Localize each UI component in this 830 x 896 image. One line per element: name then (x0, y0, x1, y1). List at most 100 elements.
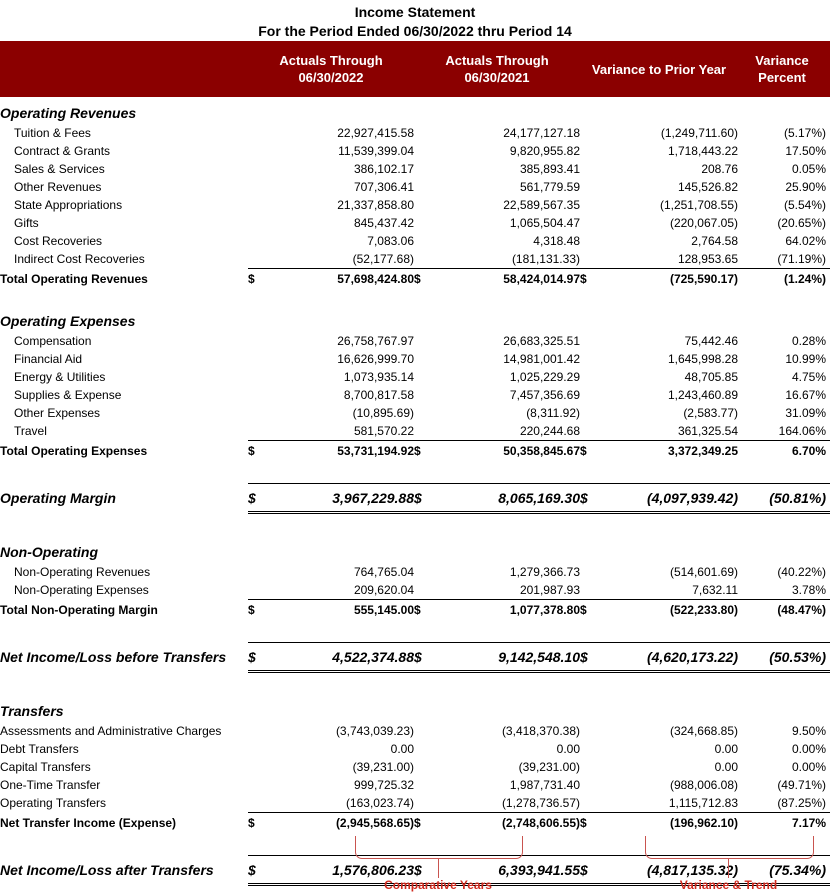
row-actuals-2022: 581,570.22 (353, 424, 414, 438)
row-variance: 361,325.54 (677, 424, 739, 438)
row-label: Energy & Utilities (14, 370, 106, 384)
income-statement-table: Actuals Through 06/30/2022 Actuals Throu… (0, 41, 830, 886)
row-actuals-2021: 24,177,127.18 (503, 126, 580, 140)
row-actuals-2021: (39,231.00) (518, 760, 580, 774)
total-actuals-2021: 58,424,014.97 (428, 268, 580, 289)
row-actuals-2021: 14,981,001.42 (503, 352, 580, 366)
currency-symbol (414, 722, 428, 740)
row-actuals-2021: 385,893.41 (519, 162, 580, 176)
currency-symbol (248, 794, 262, 813)
table-row: Other Expenses (10,895.69) (8,311.92) (2… (0, 404, 830, 422)
total-row-non-operating: Total Non-Operating Margin $ 555,145.00 … (0, 599, 830, 620)
operating-margin-label: Operating Margin (0, 490, 116, 506)
row-label: Sales & Services (14, 162, 105, 176)
row-actuals-2021: 1,279,366.73 (509, 565, 580, 579)
page-subtitle: For the Period Ended 06/30/2022 thru Per… (258, 23, 572, 39)
row-variance: 208.76 (701, 162, 739, 176)
currency-symbol (414, 350, 428, 368)
row-label: Operating Transfers (0, 796, 107, 811)
header-actuals-2022: Actuals Through 06/30/2022 (248, 41, 414, 97)
total-label: Total Operating Revenues (0, 271, 148, 286)
page-title: Income Statement (354, 4, 476, 20)
header-actuals-2022-line1: Actuals Through (279, 53, 383, 68)
table-row: Non-Operating Expenses 209,620.04 201,98… (0, 581, 830, 600)
row-label: Debt Transfers (0, 742, 79, 756)
operating-margin-row: Operating Margin $ 3,967,229.88 $ 8,065,… (0, 483, 830, 514)
row-variance-percent: 3.78% (791, 583, 827, 597)
currency-symbol (580, 404, 594, 422)
currency-symbol (414, 160, 428, 178)
annotation-layer: Comparative Years Variance & Trend (0, 832, 830, 896)
row-variance-percent: 25.90% (785, 180, 827, 194)
currency-symbol (248, 142, 262, 160)
spacer (0, 461, 830, 484)
row-actuals-2021: 1,025,229.29 (509, 370, 580, 384)
row-variance-percent: 10.99% (785, 352, 827, 366)
row-variance: (1,249,711.60) (660, 126, 739, 140)
currency-symbol: $ (580, 599, 594, 620)
header-actuals-2022-line2: 06/30/2022 (298, 70, 364, 85)
total-actuals-2022: 555,145.00 (262, 599, 414, 620)
spacer (0, 289, 830, 305)
currency-symbol (414, 404, 428, 422)
row-actuals-2021: (8,311.92) (526, 406, 580, 420)
row-variance-percent: 164.06% (778, 424, 827, 438)
net-before-transfers-variance: (4,620,173.22) (594, 642, 739, 673)
row-actuals-2021: 0.00 (556, 742, 580, 756)
currency-symbol (414, 563, 428, 581)
currency-symbol (248, 124, 262, 142)
currency-symbol (580, 124, 594, 142)
currency-symbol (414, 386, 428, 404)
table-row: One-Time Transfer 999,725.32 1,987,731.4… (0, 776, 830, 794)
spacer (0, 672, 830, 696)
currency-symbol: $ (414, 483, 428, 514)
total-variance: (725,590.17) (594, 268, 739, 289)
row-label: Indirect Cost Recoveries (14, 252, 145, 267)
row-variance: 1,115,712.83 (668, 796, 739, 810)
row-label: Non-Operating Revenues (14, 565, 151, 579)
total-variance: (522,233.80) (594, 599, 739, 620)
currency-symbol: $ (248, 812, 262, 833)
total-variance: (196,962.10) (594, 812, 739, 833)
currency-symbol (580, 740, 594, 758)
row-variance-percent: 31.09% (785, 406, 827, 420)
total-variance-percent: 6.70% (738, 440, 830, 461)
column-header-row: Actuals Through 06/30/2022 Actuals Throu… (0, 41, 830, 97)
currency-symbol (580, 422, 594, 441)
currency-symbol: $ (580, 440, 594, 461)
row-actuals-2022: 707,306.41 (353, 180, 414, 194)
currency-symbol (414, 196, 428, 214)
row-variance: (1,251,708.55) (659, 198, 739, 212)
currency-symbol: $ (248, 440, 262, 461)
row-variance-percent: 16.67% (785, 388, 827, 402)
section-title-operating-revenues: Operating Revenues (0, 104, 137, 121)
total-actuals-2021: 50,358,845.67 (428, 440, 580, 461)
row-actuals-2022: (10,895.69) (352, 406, 414, 420)
total-actuals-2021: 1,077,378.80 (428, 599, 580, 620)
row-actuals-2021: 26,683,325.51 (503, 334, 580, 348)
row-variance-percent: 0.00% (791, 742, 827, 756)
row-label: One-Time Transfer (0, 778, 101, 792)
currency-symbol (580, 160, 594, 178)
table-row: Financial Aid 16,626,999.70 14,981,001.4… (0, 350, 830, 368)
currency-symbol: $ (580, 483, 594, 514)
total-variance-percent: 7.17% (738, 812, 830, 833)
row-variance-percent: 17.50% (785, 144, 827, 158)
currency-symbol (580, 368, 594, 386)
currency-symbol: $ (580, 268, 594, 289)
row-variance-percent: (5.17%) (783, 126, 827, 140)
total-variance-percent: (1.24%) (738, 268, 830, 289)
currency-symbol (414, 124, 428, 142)
total-label: Total Non-Operating Margin (0, 602, 158, 617)
currency-symbol (414, 214, 428, 232)
row-actuals-2022: (39,231.00) (352, 760, 414, 774)
total-actuals-2022: 57,698,424.80 (262, 268, 414, 289)
row-variance: (2,583.77) (683, 406, 739, 420)
table-row: Debt Transfers 0.00 0.00 0.00 0.00% (0, 740, 830, 758)
currency-symbol: $ (414, 440, 428, 461)
table-header: Actuals Through 06/30/2022 Actuals Throu… (0, 41, 830, 97)
row-label: Non-Operating Expenses (14, 583, 149, 598)
row-label: Supplies & Expense (14, 388, 122, 402)
variance-trend-brace-stem (728, 858, 729, 878)
row-variance: 1,645,998.28 (667, 352, 739, 366)
